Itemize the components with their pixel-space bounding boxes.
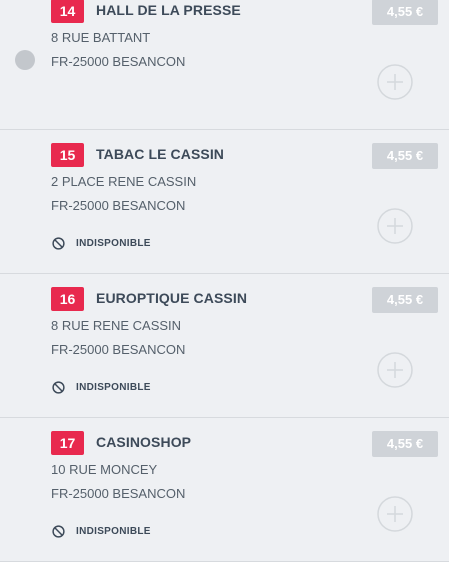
- ban-icon: [52, 236, 65, 250]
- ban-icon: [52, 524, 65, 538]
- status-label: INDISPONIBLE: [76, 381, 151, 393]
- availability-status: INDISPONIBLE: [52, 380, 151, 394]
- item-number-badge: 14: [51, 0, 84, 23]
- item-name: EUROPTIQUE CASSIN: [96, 290, 248, 306]
- list-item[interactable]: 16 EUROPTIQUE CASSIN 8 RUE RENE CASSIN F…: [0, 274, 449, 418]
- item-name: HALL DE LA PRESSE: [96, 2, 241, 18]
- availability-status: INDISPONIBLE: [52, 524, 151, 538]
- add-circle-icon[interactable]: [377, 208, 413, 244]
- price-badge: 4,55 €: [372, 0, 438, 25]
- item-name: CASINOSHOP: [96, 434, 192, 450]
- address-line-1: 10 RUE MONCEY: [51, 462, 158, 477]
- address-line-2: FR-25000 BESANCON: [51, 486, 186, 501]
- item-number-badge: 15: [51, 143, 84, 167]
- add-circle-icon[interactable]: [377, 496, 413, 532]
- status-label: INDISPONIBLE: [76, 237, 151, 249]
- ban-icon: [52, 380, 65, 394]
- list-item[interactable]: 14 HALL DE LA PRESSE 8 RUE BATTANT FR-25…: [0, 0, 449, 130]
- select-radio[interactable]: [15, 50, 35, 70]
- price-badge: 4,55 €: [372, 287, 438, 313]
- address-line-2: FR-25000 BESANCON: [51, 198, 186, 213]
- list-item[interactable]: 17 CASINOSHOP 10 RUE MONCEY FR-25000 BES…: [0, 418, 449, 562]
- availability-status: INDISPONIBLE: [52, 236, 151, 250]
- add-circle-icon[interactable]: [377, 352, 413, 388]
- item-name: TABAC LE CASSIN: [96, 146, 225, 162]
- list-item[interactable]: 15 TABAC LE CASSIN 2 PLACE RENE CASSIN F…: [0, 130, 449, 274]
- item-number-badge: 16: [51, 287, 84, 311]
- address-line-1: 8 RUE RENE CASSIN: [51, 318, 182, 333]
- address-line-1: 8 RUE BATTANT: [51, 30, 151, 45]
- address-line-2: FR-25000 BESANCON: [51, 54, 186, 69]
- price-badge: 4,55 €: [372, 431, 438, 457]
- add-circle-icon[interactable]: [377, 64, 413, 100]
- address-line-1: 2 PLACE RENE CASSIN: [51, 174, 197, 189]
- price-badge: 4,55 €: [372, 143, 438, 169]
- status-label: INDISPONIBLE: [76, 525, 151, 537]
- address-line-2: FR-25000 BESANCON: [51, 342, 186, 357]
- relay-point-list: 14 HALL DE LA PRESSE 8 RUE BATTANT FR-25…: [0, 0, 449, 562]
- item-number-badge: 17: [51, 431, 84, 455]
